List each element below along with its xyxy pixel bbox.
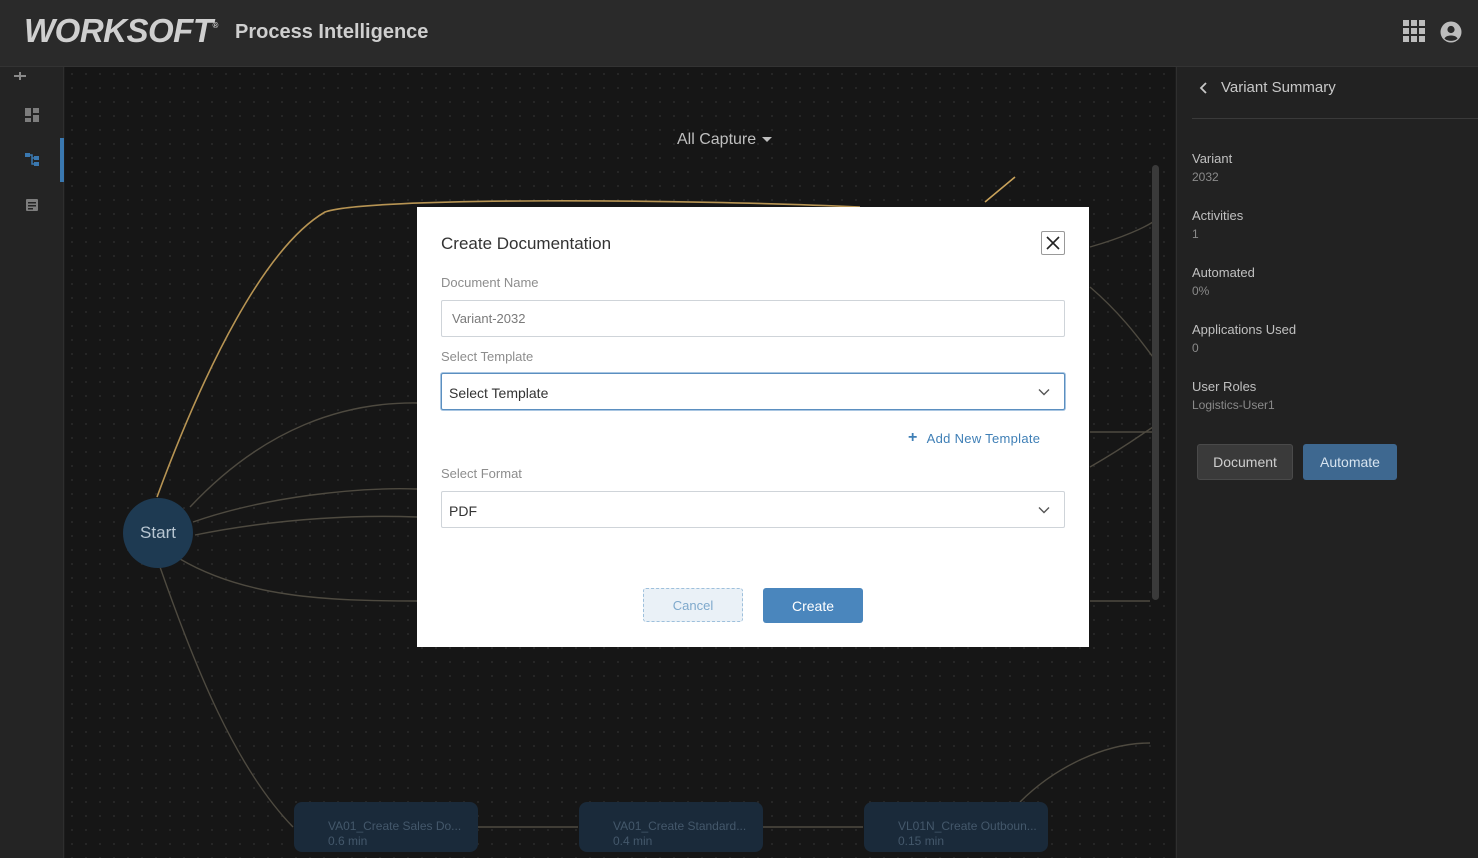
format-select[interactable]: PDF bbox=[441, 491, 1065, 528]
field-label: Automated bbox=[1192, 265, 1255, 280]
chevron-down-icon bbox=[1038, 507, 1050, 514]
field-value: 0% bbox=[1192, 284, 1210, 298]
field-value: 2032 bbox=[1192, 170, 1219, 184]
top-bar: WORKSOFT® Process Intelligence bbox=[0, 0, 1478, 67]
capture-filter-dropdown[interactable]: All Capture bbox=[677, 131, 773, 149]
node-label: VL01N_Create Outboun... bbox=[898, 819, 1037, 833]
chevron-down-icon bbox=[1038, 389, 1050, 396]
document-name-label: Document Name bbox=[441, 275, 539, 290]
process-node[interactable]: VA01_Create Sales Do... 0.6 min bbox=[294, 802, 478, 852]
field-label: Variant bbox=[1192, 151, 1233, 166]
field-value: 1 bbox=[1192, 227, 1199, 241]
product-name: Process Intelligence bbox=[235, 21, 429, 43]
dashboard-icon[interactable] bbox=[24, 107, 40, 123]
template-label: Select Template bbox=[441, 349, 534, 364]
field-label: Activities bbox=[1192, 208, 1244, 223]
field-value: Logistics-User1 bbox=[1192, 398, 1275, 412]
automate-button[interactable]: Automate bbox=[1303, 444, 1397, 480]
format-label: Select Format bbox=[441, 466, 522, 481]
template-select-value: Select Template bbox=[449, 385, 549, 401]
add-new-template-link[interactable]: + Add New Template bbox=[908, 429, 1040, 447]
document-name-input[interactable] bbox=[441, 300, 1065, 337]
summary-field-automated: Automated 0% bbox=[1192, 265, 1255, 298]
close-icon bbox=[1046, 236, 1060, 250]
format-select-value: PDF bbox=[449, 503, 477, 519]
user-account-icon[interactable] bbox=[1440, 21, 1462, 43]
caret-down-icon bbox=[762, 137, 773, 143]
create-documentation-dialog: Create Documentation Document Name Selec… bbox=[417, 207, 1089, 647]
summary-field-applications: Applications Used 0 bbox=[1192, 322, 1296, 355]
variant-summary-panel: Variant Summary Variant 2032 Activities … bbox=[1176, 67, 1478, 858]
template-select[interactable]: Select Template bbox=[441, 373, 1065, 410]
canvas-scrollbar[interactable] bbox=[1152, 165, 1159, 600]
node-label: VA01_Create Sales Do... bbox=[328, 819, 462, 833]
process-node[interactable]: VA01_Create Standard... 0.4 min bbox=[579, 802, 763, 852]
dialog-title: Create Documentation bbox=[441, 234, 612, 253]
panel-title: Variant Summary bbox=[1221, 79, 1336, 96]
plus-icon: + bbox=[908, 429, 918, 446]
create-button[interactable]: Create bbox=[763, 588, 863, 623]
pin-icon[interactable] bbox=[13, 69, 27, 83]
add-template-label: Add New Template bbox=[926, 430, 1041, 446]
panel-header: Variant Summary bbox=[1192, 67, 1478, 119]
summary-field-activities: Activities 1 bbox=[1192, 208, 1243, 241]
field-value: 0 bbox=[1192, 341, 1199, 355]
apps-grid-icon[interactable] bbox=[1403, 20, 1425, 42]
summary-field-user-roles: User Roles Logistics-User1 bbox=[1192, 379, 1275, 412]
cancel-button[interactable]: Cancel bbox=[643, 588, 743, 622]
summary-field-variant: Variant 2032 bbox=[1192, 151, 1232, 184]
workssoft-logo: WORKSOFT® bbox=[24, 12, 218, 49]
left-navigation bbox=[0, 67, 64, 858]
field-label: User Roles bbox=[1192, 379, 1257, 394]
nav-active-indicator bbox=[60, 138, 64, 182]
node-label: VA01_Create Standard... bbox=[613, 819, 747, 833]
node-duration: 0.15 min bbox=[898, 834, 945, 848]
document-icon[interactable] bbox=[24, 197, 40, 213]
document-button[interactable]: Document bbox=[1197, 444, 1293, 480]
close-button[interactable] bbox=[1041, 231, 1065, 255]
node-duration: 0.6 min bbox=[328, 834, 368, 848]
field-label: Applications Used bbox=[1192, 322, 1297, 337]
start-node[interactable]: Start bbox=[123, 498, 193, 568]
node-duration: 0.4 min bbox=[613, 834, 653, 848]
chevron-left-icon[interactable] bbox=[1198, 81, 1210, 95]
process-map-icon[interactable] bbox=[24, 152, 40, 168]
process-node[interactable]: VL01N_Create Outboun... 0.15 min bbox=[864, 802, 1048, 852]
